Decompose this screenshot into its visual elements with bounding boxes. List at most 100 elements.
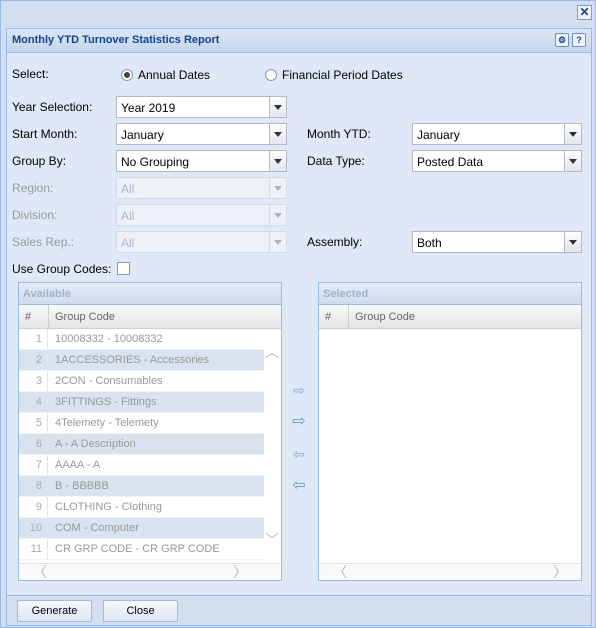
financial-period-radio[interactable] xyxy=(265,69,277,81)
assembly-combo[interactable]: Both xyxy=(412,231,582,253)
column-header-group-code[interactable]: Group Code xyxy=(49,305,281,328)
financial-period-label[interactable]: Financial Period Dates xyxy=(282,68,403,82)
month-ytd-value: January xyxy=(417,128,460,142)
table-row[interactable]: 3 2CON - Consumables xyxy=(19,371,264,392)
chevron-down-icon xyxy=(269,178,286,198)
table-row[interactable]: 5 4Telemety - Telemety xyxy=(19,413,264,434)
chevron-down-icon[interactable] xyxy=(269,124,286,144)
assembly-value: Both xyxy=(417,236,442,250)
scroll-right-icon[interactable]: 〉 xyxy=(553,565,567,579)
division-label: Division: xyxy=(12,208,58,222)
group-by-label: Group By: xyxy=(12,154,67,168)
report-panel: Monthly YTD Turnover Statistics Report ⚙… xyxy=(6,28,592,626)
table-row[interactable]: 4 3FITTINGS - Fittings xyxy=(19,392,264,413)
month-ytd-combo[interactable]: January xyxy=(412,123,582,145)
group-code-cell: 10008332 - 10008332 xyxy=(55,333,163,345)
row-number: 6 xyxy=(19,434,48,454)
table-row[interactable]: 1 10008332 - 10008332 xyxy=(19,329,264,350)
selected-horizontal-scrollbar[interactable]: 〈 〉 xyxy=(319,563,581,580)
group-code-cell: A - A Description xyxy=(55,438,136,450)
annual-dates-label[interactable]: Annual Dates xyxy=(138,68,210,82)
row-number: 7 xyxy=(19,455,48,475)
row-number: 1 xyxy=(19,329,48,349)
group-code-cell: AAAA - A xyxy=(55,459,101,471)
available-grid: Available # Group Code 1 10008332 - 10008… xyxy=(18,282,282,581)
help-icon[interactable]: ? xyxy=(572,33,586,47)
division-combo: All xyxy=(116,204,287,226)
available-grid-header: # Group Code xyxy=(19,305,281,329)
year-selection-combo[interactable]: Year 2019 xyxy=(116,96,287,118)
add-selected-arrow-icon[interactable]: ⇨ xyxy=(290,382,308,400)
available-rows: 1 10008332 - 10008332 2 1ACCESSORIES - Acce… xyxy=(19,329,264,560)
start-month-value: January xyxy=(121,128,164,142)
row-number: 10 xyxy=(19,518,48,538)
chevron-down-icon xyxy=(269,205,286,225)
row-number: 5 xyxy=(19,413,48,433)
table-row[interactable]: 7 AAAA - A xyxy=(19,455,264,476)
scroll-up-icon[interactable]: ︿ xyxy=(265,345,279,359)
row-number: 8 xyxy=(19,476,48,496)
division-value: All xyxy=(121,209,135,223)
data-type-combo[interactable]: Posted Data xyxy=(412,150,582,172)
table-row[interactable]: 2 1ACCESSORIES - Accessories xyxy=(19,350,264,371)
selected-grid: Selected # Group Code 〈 〉 xyxy=(318,282,582,581)
table-row[interactable]: 11 CR GRP CODE - CR GRP CODE xyxy=(19,539,264,560)
row-number: 2 xyxy=(19,350,48,370)
row-number: 9 xyxy=(19,497,48,517)
report-window: ✕ Monthly YTD Turnover Statistics Report… xyxy=(0,0,596,628)
table-row[interactable]: 8 B - BBBBB xyxy=(19,476,264,497)
year-selection-label: Year Selection: xyxy=(12,100,93,114)
group-by-combo[interactable]: No Grouping xyxy=(116,150,287,172)
table-row[interactable]: 10 COM - Computer xyxy=(19,518,264,539)
close-button[interactable]: Close xyxy=(103,600,178,622)
data-type-label: Data Type: xyxy=(307,154,365,168)
start-month-label: Start Month: xyxy=(12,127,78,141)
row-number: 3 xyxy=(19,371,48,391)
assembly-label: Assembly: xyxy=(307,235,363,249)
chevron-down-icon xyxy=(269,232,286,252)
sales-rep-combo: All xyxy=(116,231,287,253)
chevron-down-icon[interactable] xyxy=(564,232,581,252)
group-code-cell: 4Telemety - Telemety xyxy=(55,417,159,429)
chevron-down-icon[interactable] xyxy=(269,151,286,171)
generate-button[interactable]: Generate xyxy=(17,600,92,622)
chevron-down-icon[interactable] xyxy=(269,97,286,117)
window-close-icon[interactable]: ✕ xyxy=(577,5,592,20)
table-row[interactable]: 9 CLOTHING - Clothing xyxy=(19,497,264,518)
select-label: Select: xyxy=(12,67,49,81)
region-combo: All xyxy=(116,177,287,199)
sales-rep-label: Sales Rep.: xyxy=(12,235,75,249)
start-month-combo[interactable]: January xyxy=(116,123,287,145)
selected-grid-header: # Group Code xyxy=(319,305,581,329)
column-header-number[interactable]: # xyxy=(319,305,349,328)
table-row[interactable]: 6 A - A Description xyxy=(19,434,264,455)
month-ytd-label: Month YTD: xyxy=(307,127,371,141)
group-by-value: No Grouping xyxy=(121,155,190,169)
group-code-cell: CLOTHING - Clothing xyxy=(55,501,162,513)
available-grid-title: Available xyxy=(19,283,281,305)
group-code-cell: 3FITTINGS - Fittings xyxy=(55,396,157,408)
chevron-down-icon[interactable] xyxy=(564,151,581,171)
scroll-left-icon[interactable]: 〈 xyxy=(333,565,347,579)
scroll-right-icon[interactable]: 〉 xyxy=(233,565,247,579)
available-horizontal-scrollbar[interactable]: 〈 〉 xyxy=(19,563,281,580)
column-header-number[interactable]: # xyxy=(19,305,49,328)
column-header-group-code[interactable]: Group Code xyxy=(349,305,581,328)
gear-icon[interactable]: ⚙ xyxy=(555,33,569,47)
use-group-codes-label: Use Group Codes: xyxy=(12,262,112,276)
scroll-down-icon[interactable]: ﹀ xyxy=(265,533,279,547)
region-value: All xyxy=(121,182,135,196)
panel-header: Monthly YTD Turnover Statistics Report ⚙… xyxy=(7,29,591,53)
remove-all-arrow-icon[interactable]: ⇦ xyxy=(290,478,308,496)
group-code-cell: B - BBBBB xyxy=(55,480,109,492)
chevron-down-icon[interactable] xyxy=(564,124,581,144)
add-all-arrow-icon[interactable]: ⇨ xyxy=(290,414,308,432)
year-selection-value: Year 2019 xyxy=(121,101,176,115)
available-vertical-scrollbar[interactable]: ︿ ﹀ xyxy=(264,331,281,561)
row-number: 4 xyxy=(19,392,48,412)
annual-dates-radio[interactable] xyxy=(121,69,133,81)
remove-selected-arrow-icon[interactable]: ⇦ xyxy=(290,446,308,464)
use-group-codes-checkbox[interactable] xyxy=(117,262,130,275)
scroll-left-icon[interactable]: 〈 xyxy=(33,565,47,579)
region-label: Region: xyxy=(12,181,54,195)
